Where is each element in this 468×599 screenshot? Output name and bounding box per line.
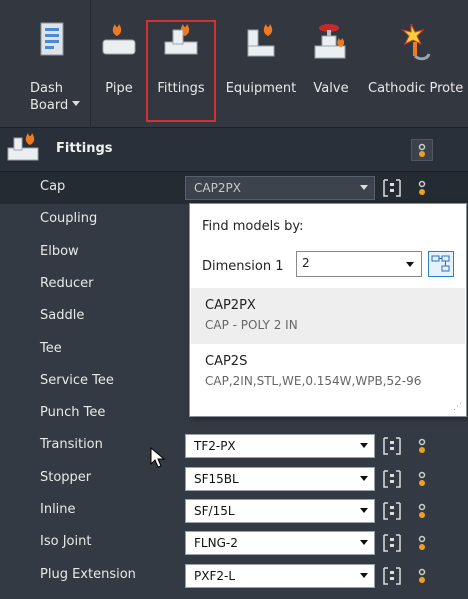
fitting-name: Service Tee — [40, 372, 114, 388]
dashboard-label-line2: Board — [30, 98, 69, 113]
filter-tree-button[interactable] — [428, 251, 454, 277]
fitting-row[interactable]: Inline SF/15L — [0, 495, 468, 527]
chevron-down-icon — [360, 475, 368, 481]
pipe-button[interactable]: Pipe — [96, 0, 142, 128]
model-dropdown[interactable]: CAP2PX — [185, 176, 375, 200]
model-value: SF15BL — [194, 471, 239, 486]
fitting-row[interactable]: Iso Joint FLNG-2 — [0, 527, 468, 559]
model-browser-icon[interactable] — [381, 565, 403, 587]
dimension-value: 2 — [302, 256, 310, 270]
chevron-down-icon — [360, 185, 368, 190]
equipment-button[interactable]: Equipment — [218, 0, 304, 128]
chevron-down-icon — [360, 572, 368, 578]
model-dropdown[interactable]: SF/15L — [185, 499, 375, 523]
model-value: PXF2-L — [194, 568, 236, 583]
cathodic-protection-label: Cathodic Prote — [368, 81, 464, 96]
chevron-down-icon — [360, 540, 368, 546]
fitting-row[interactable]: Plug Extension PXF2-L — [0, 560, 468, 592]
dashboard-button[interactable]: Dash Board — [18, 0, 80, 128]
equipment-label: Equipment — [225, 81, 297, 96]
valve-button[interactable]: Valve — [306, 0, 356, 128]
fitting-name: Coupling — [40, 211, 98, 227]
fitting-name: Inline — [40, 502, 76, 517]
fitting-name: Cap — [40, 179, 66, 194]
fitting-name: Reducer — [40, 275, 94, 291]
fitting-name: Transition — [40, 437, 103, 453]
model-value: SF/15L — [194, 504, 235, 518]
fitting-name: Elbow — [40, 243, 79, 259]
model-value: FLNG-2 — [194, 536, 238, 551]
result-description: CAP - POLY 2 IN — [205, 318, 298, 332]
fitting-name: Punch Tee — [40, 405, 106, 421]
chevron-down-icon — [406, 262, 414, 267]
result-item[interactable]: CAP2PX CAP - POLY 2 IN — [191, 288, 465, 344]
settings-icon[interactable] — [411, 435, 433, 457]
tree-filter-icon — [431, 255, 450, 272]
ribbon-separator — [90, 0, 91, 128]
cathodic-protection-icon — [401, 23, 431, 61]
result-model: CAP2S — [205, 354, 248, 369]
ribbon-toolbar: Dash Board Pipe Fittings Equipment Valve… — [0, 0, 468, 128]
settings-icon[interactable] — [411, 177, 433, 199]
model-value: TF2-PX — [194, 439, 236, 454]
chevron-down-icon — [360, 443, 368, 449]
fittings-panel-header: Fittings — [0, 128, 468, 172]
dashboard-label-line1: Dash — [30, 81, 63, 96]
fitting-name: Iso Joint — [40, 534, 92, 550]
model-browser-icon[interactable] — [381, 500, 403, 522]
dimension-label: Dimension 1 — [202, 259, 284, 274]
fitting-name: Saddle — [40, 308, 85, 324]
model-browser-icon[interactable] — [381, 435, 403, 457]
pipe-icon — [102, 24, 136, 55]
fittings-panel-icon — [7, 133, 39, 161]
model-dropdown[interactable]: FLNG-2 — [185, 531, 375, 556]
mouse-cursor-icon — [150, 447, 166, 468]
settings-icon[interactable] — [411, 565, 433, 587]
valve-label: Valve — [313, 81, 349, 96]
fitting-name: Stopper — [40, 469, 92, 485]
model-dropdown[interactable]: TF2-PX — [185, 434, 375, 459]
chevron-down-icon — [360, 508, 368, 513]
find-models-popup: Find models by: Dimension 1 2 CAP2PX CAP… — [189, 203, 467, 417]
panel-title: Fittings — [56, 141, 113, 156]
model-value: CAP2PX — [194, 181, 241, 195]
settings-icon[interactable] — [411, 532, 433, 554]
model-browser-icon[interactable] — [381, 468, 403, 490]
dimension-dropdown[interactable]: 2 — [296, 251, 422, 277]
cathodic-protection-button[interactable]: Cathodic Prote — [360, 0, 468, 128]
fitting-row[interactable]: Transition TF2-PX — [0, 430, 468, 462]
settings-icon[interactable] — [411, 468, 433, 490]
result-model: CAP2PX — [205, 298, 256, 313]
chevron-down-icon — [72, 101, 80, 106]
model-dropdown[interactable]: SF15BL — [185, 466, 375, 491]
settings-icon[interactable] — [411, 500, 433, 522]
model-dropdown[interactable]: PXF2-L — [185, 563, 375, 588]
fitting-row[interactable]: Cap CAP2PX — [0, 172, 468, 204]
dashboard-icon — [40, 22, 64, 56]
popup-title: Find models by: — [202, 219, 304, 234]
result-item[interactable]: CAP2S CAP,2IN,STL,WE,0.154W,WPB,52-96 — [191, 344, 465, 400]
valve-icon — [314, 24, 346, 59]
resize-grip-icon[interactable]: ⋰ — [453, 402, 462, 412]
result-description: CAP,2IN,STL,WE,0.154W,WPB,52-96 — [205, 374, 422, 388]
highlight-box — [146, 20, 216, 122]
fitting-name: Plug Extension — [40, 566, 136, 582]
model-browser-icon[interactable] — [381, 532, 403, 554]
model-browser-icon[interactable] — [381, 177, 403, 199]
settings-icon[interactable] — [411, 139, 433, 161]
pipe-label: Pipe — [105, 81, 133, 96]
equipment-icon — [247, 24, 275, 57]
fitting-name: Tee — [40, 340, 62, 356]
fitting-row[interactable]: Stopper SF15BL — [0, 463, 468, 495]
